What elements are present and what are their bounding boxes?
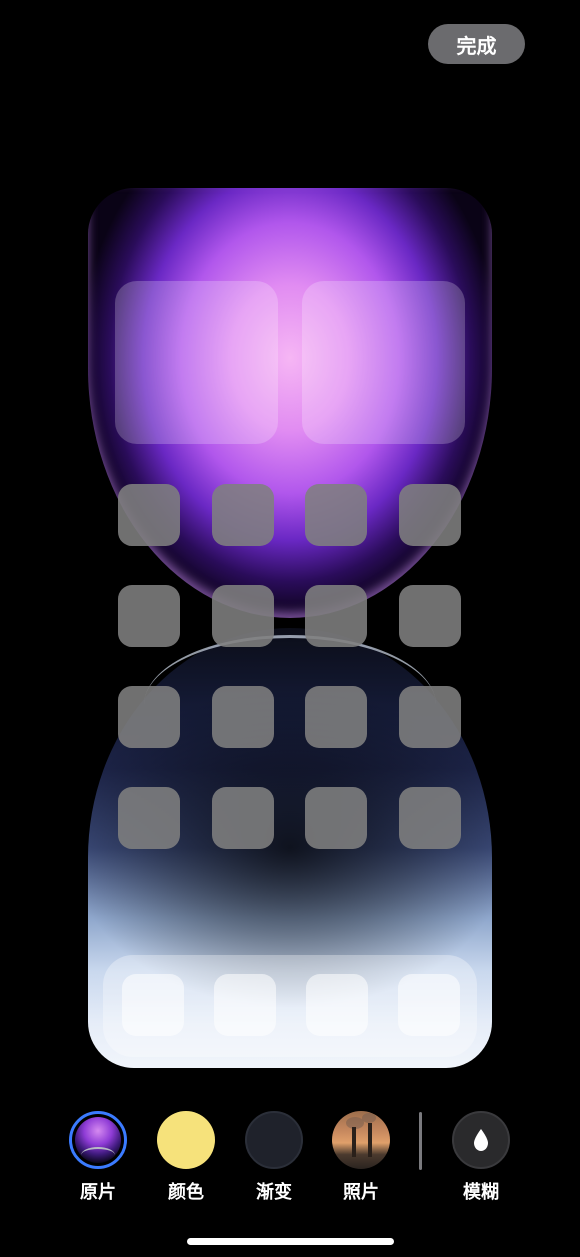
gradient-option[interactable] (245, 1111, 303, 1169)
app-icon-placeholder (118, 686, 180, 748)
blur-option[interactable] (452, 1111, 510, 1169)
app-icon-placeholder (212, 787, 274, 849)
app-icon-placeholder (305, 585, 367, 647)
app-icon-placeholder (118, 484, 180, 546)
widget-placeholder (115, 281, 278, 444)
widget-placeholder (302, 281, 465, 444)
photo-label: 照片 (343, 1182, 379, 1203)
app-icon-placeholder (118, 787, 180, 849)
app-icon-placeholder (399, 484, 461, 546)
dock-app-placeholder (398, 974, 460, 1036)
app-icon-placeholder (399, 585, 461, 647)
color-option[interactable] (157, 1111, 215, 1169)
dock-app-placeholder (214, 974, 276, 1036)
photo-option[interactable] (332, 1111, 390, 1169)
app-icon-placeholder (212, 585, 274, 647)
done-button[interactable]: 完成 (428, 24, 525, 64)
dock-app-placeholder (122, 974, 184, 1036)
original-label: 原片 (80, 1182, 116, 1203)
app-icon-placeholder (305, 484, 367, 546)
photo-chimney (368, 1123, 372, 1157)
swatch-arc (81, 1147, 115, 1163)
home-indicator (187, 1238, 394, 1245)
app-icon-placeholder (399, 787, 461, 849)
dock (103, 955, 477, 1057)
app-icon-placeholder (305, 686, 367, 748)
original-option[interactable] (69, 1111, 127, 1169)
app-icon-placeholder (212, 686, 274, 748)
photo-chimney (352, 1127, 356, 1157)
app-icon-placeholder (399, 686, 461, 748)
color-label: 颜色 (168, 1182, 204, 1203)
dock-app-placeholder (306, 974, 368, 1036)
wallpaper-preview (88, 188, 492, 1068)
gradient-label: 渐变 (256, 1182, 292, 1203)
photo-smoke (362, 1113, 376, 1123)
toolbar-divider (419, 1112, 422, 1170)
app-icon-placeholder (118, 585, 180, 647)
droplet-icon (474, 1129, 488, 1151)
app-icon-placeholder (212, 484, 274, 546)
blur-label: 模糊 (463, 1182, 499, 1203)
app-icon-placeholder (305, 787, 367, 849)
original-wallpaper-swatch (75, 1117, 121, 1163)
